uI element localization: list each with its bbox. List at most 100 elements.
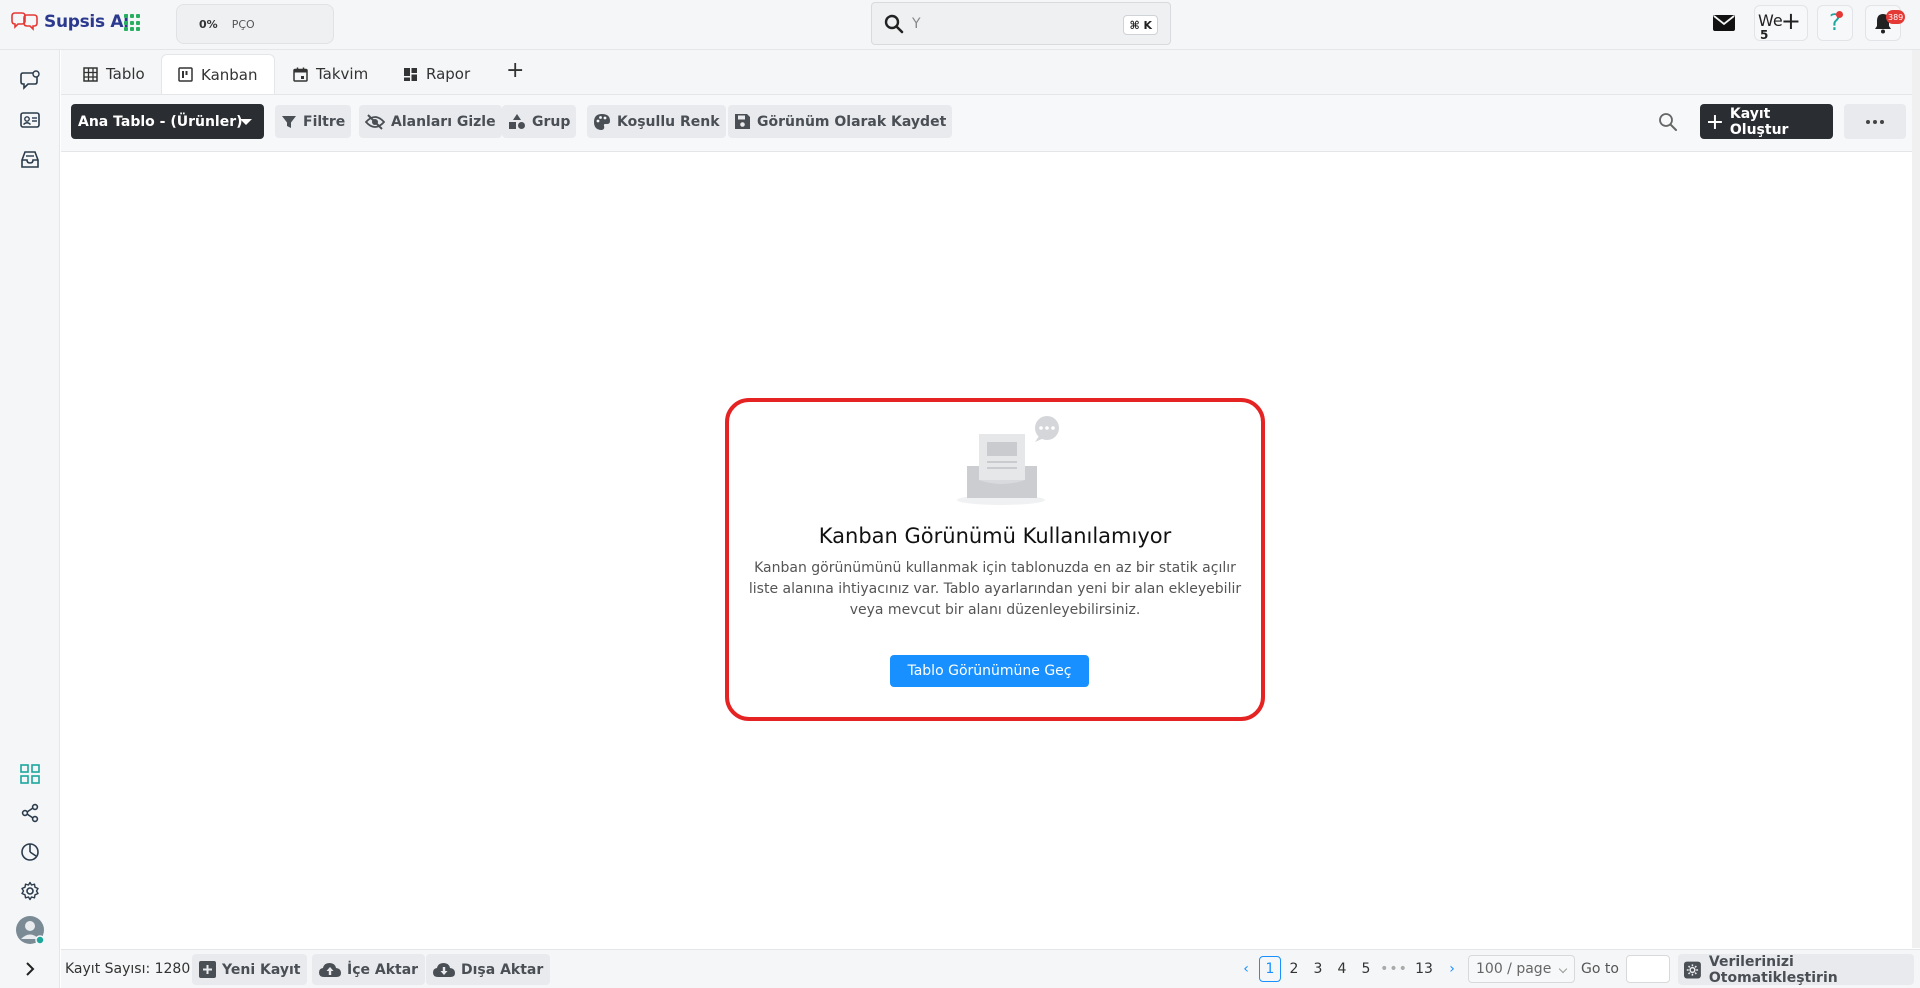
automate-label: Verilerinizi Otomatikleştirin [1708, 953, 1838, 986]
expand-sidebar-button[interactable] [0, 949, 60, 988]
app-name: Supsis Ai [44, 12, 129, 32]
record-count: Kayıt Sayısı: 1280 [65, 961, 191, 977]
logo-icon [11, 12, 38, 31]
kanban-board-area: Kanban Görünümü Kullanılamıyor Kanban gö… [61, 152, 1920, 948]
empty-state-card: Kanban Görünümü Kullanılamıyor Kanban gö… [725, 398, 1265, 721]
page-size-value: 100 / page [1476, 961, 1552, 977]
calendar-icon [293, 67, 308, 82]
search-icon [884, 14, 904, 33]
filter-button[interactable]: Filtre [275, 105, 352, 138]
goto-page-input[interactable] [1626, 955, 1670, 983]
palette-icon [594, 113, 610, 130]
apps-grid-icon[interactable] [124, 14, 142, 32]
notifications-button[interactable]: 389 [1865, 5, 1906, 41]
tab-kanban[interactable]: Kanban [161, 54, 275, 94]
page-ellipsis[interactable]: ••• [1380, 956, 1407, 982]
progress-label: PÇO [231, 17, 255, 31]
page-button-5[interactable]: 5 [1355, 956, 1377, 982]
dashboard-grid-icon[interactable] [18, 762, 42, 786]
automation-gear-icon [1684, 961, 1701, 978]
app-logo[interactable]: Supsis Ai [10, 12, 129, 32]
progress-percent: 0% [199, 17, 218, 31]
workspace-button[interactable]: We 5 + [1754, 5, 1808, 42]
conditional-color-label: Koşullu Renk [617, 113, 720, 130]
inbox-icon[interactable] [18, 148, 42, 172]
chevron-right-icon [26, 961, 35, 976]
top-bar: Supsis Ai 0% PÇO ⌘ K We 5 + ? 389 [0, 0, 1920, 50]
search-input[interactable] [912, 15, 1112, 32]
table-icon [83, 66, 98, 82]
conditional-color-button[interactable]: Koşullu Renk [587, 105, 726, 138]
page-size-select[interactable]: 100 / page [1468, 955, 1575, 983]
tab-rapor[interactable]: Rapor [387, 54, 486, 94]
save-view-button[interactable]: Görünüm Olarak Kaydet [728, 105, 953, 138]
footer-bar: Kayıt Sayısı: 1280 Yeni Kayıt İçe Aktar … [61, 949, 1920, 988]
page-button-1[interactable]: 1 [1259, 956, 1281, 982]
switch-to-table-view-button[interactable]: Tablo Görünümüne Geç [890, 655, 1089, 687]
help-notification-dot [1836, 11, 1843, 18]
prev-page-button[interactable]: ‹ [1239, 956, 1253, 982]
shapes-icon [509, 113, 525, 129]
mail-icon[interactable] [1713, 15, 1735, 31]
notifications-badge: 389 [1886, 10, 1906, 24]
add-view-button[interactable]: + [506, 58, 524, 83]
empty-inbox-illustration [957, 416, 1059, 505]
page-button-4[interactable]: 4 [1331, 956, 1353, 982]
table-selector[interactable]: Ana Tablo - (Ürünler) [71, 104, 264, 139]
tab-label: Takvim [316, 65, 369, 83]
dashboard-icon [404, 67, 417, 81]
toolbar: Ana Tablo - (Ürünler) Filtre Alanları Gi… [61, 94, 1920, 152]
import-label: İçe Aktar [347, 961, 419, 978]
caret-down-icon [240, 119, 252, 125]
vertical-scrollbar[interactable] [1912, 50, 1920, 948]
import-button[interactable]: İçe Aktar [312, 954, 426, 985]
save-view-label: Görünüm Olarak Kaydet [757, 113, 947, 130]
new-record-label: Yeni Kayıt [222, 961, 301, 978]
plus-square-icon [199, 961, 216, 978]
plus-icon: + [1780, 7, 1801, 35]
page-button-last[interactable]: 13 [1413, 956, 1435, 982]
tab-label: Kanban [201, 65, 258, 84]
group-button[interactable]: Grup [502, 105, 577, 138]
hide-fields-button[interactable]: Alanları Gizle [359, 105, 502, 138]
hide-fields-label: Alanları Gizle [391, 113, 496, 130]
tab-takvim[interactable]: Takvim [277, 54, 384, 94]
reports-icon[interactable] [18, 840, 42, 864]
page-button-3[interactable]: 3 [1307, 956, 1329, 982]
tab-label: Tablo [106, 65, 145, 83]
export-label: Dışa Aktar [461, 961, 544, 978]
automate-button[interactable]: Verilerinizi Otomatikleştirin [1678, 953, 1914, 986]
export-button[interactable]: Dışa Aktar [426, 954, 551, 985]
settings-gear-icon[interactable] [18, 879, 42, 903]
goto-label: Go to [1581, 961, 1619, 977]
search-shortcut-badge: ⌘ K [1123, 15, 1158, 35]
plus-icon [1708, 114, 1722, 129]
cloud-download-icon [433, 962, 455, 977]
global-search[interactable]: ⌘ K [871, 2, 1171, 45]
next-page-button[interactable]: › [1445, 956, 1459, 982]
view-tabs: Tablo Kanban Takvim Rapor + [61, 50, 1920, 94]
group-label: Grup [532, 113, 571, 130]
chevron-down-icon [1558, 964, 1568, 974]
user-avatar[interactable] [15, 915, 45, 945]
tab-label: Rapor [426, 65, 471, 83]
share-icon[interactable] [18, 801, 42, 825]
kanban-icon [178, 67, 193, 82]
table-selector-label: Ana Tablo - (Ürünler) [78, 113, 243, 130]
contacts-icon[interactable] [18, 108, 42, 132]
create-record-button[interactable]: Kayıt Oluştur [1700, 104, 1833, 139]
filter-icon [282, 115, 296, 128]
chat-icon[interactable] [18, 68, 42, 92]
create-record-label: Kayıt Oluştur [1729, 105, 1789, 138]
more-options-button[interactable] [1844, 104, 1906, 139]
toolbar-search-icon[interactable] [1658, 112, 1678, 136]
tab-tablo[interactable]: Tablo [67, 54, 161, 94]
filter-label: Filtre [303, 113, 346, 130]
page-button-2[interactable]: 2 [1283, 956, 1305, 982]
left-sidebar [0, 50, 60, 988]
save-icon [735, 114, 750, 129]
progress-widget[interactable]: 0% PÇO [176, 4, 334, 44]
new-record-button[interactable]: Yeni Kayıt [192, 954, 308, 985]
empty-state-title: Kanban Görünümü Kullanılamıyor [818, 524, 1172, 548]
help-button[interactable]: ? [1817, 5, 1853, 41]
